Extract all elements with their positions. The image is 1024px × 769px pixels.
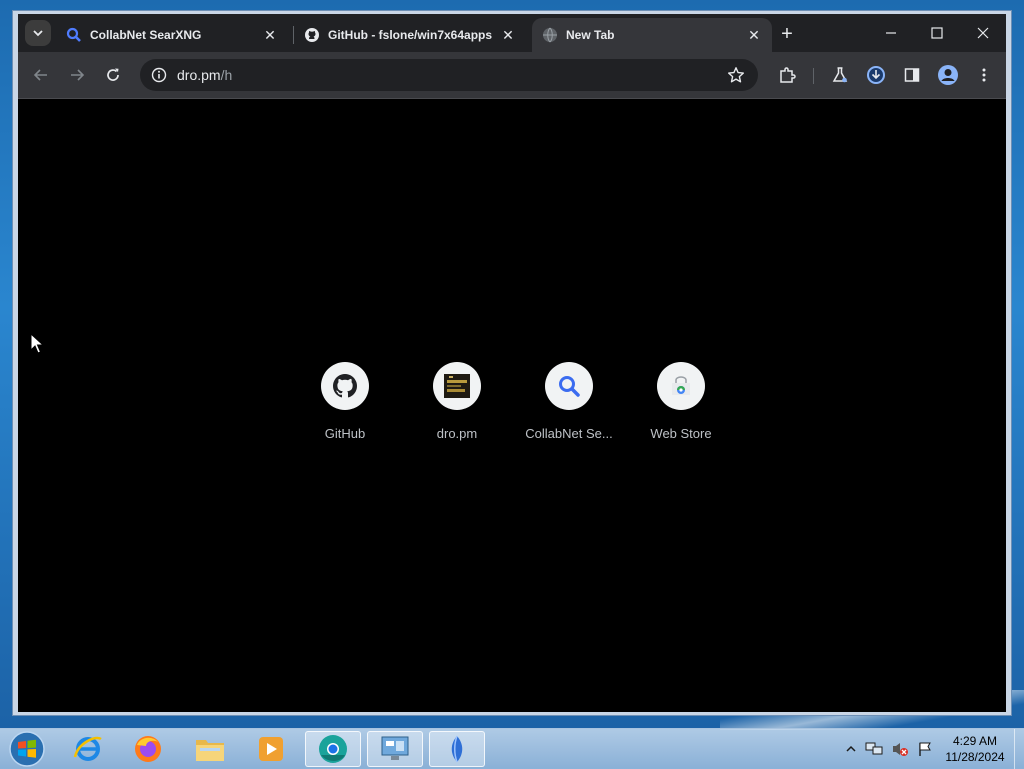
- browser-chrome: CollabNet SearXNG ✕ GitHub - fslone/win7…: [18, 14, 1006, 712]
- back-button[interactable]: [27, 61, 55, 89]
- back-icon: [33, 69, 47, 81]
- side-panel-button[interactable]: [898, 61, 926, 89]
- menu-button[interactable]: [970, 61, 998, 89]
- menu-icon: [982, 68, 986, 82]
- downloads-button[interactable]: [862, 61, 890, 89]
- shortcut-tile: [433, 362, 481, 410]
- tab-label: New Tab: [566, 28, 615, 42]
- forward-button[interactable]: [63, 61, 91, 89]
- tab-close-icon[interactable]: ✕: [262, 27, 278, 43]
- tab-new-tab[interactable]: New Tab ✕: [532, 18, 772, 52]
- tab-label: CollabNet SearXNG: [90, 28, 202, 42]
- extensions-button[interactable]: [773, 61, 801, 89]
- profile-icon: [938, 65, 958, 85]
- web-store-icon: [672, 376, 690, 395]
- extensions-icon: [780, 67, 796, 83]
- new-tab-button[interactable]: +: [776, 23, 798, 45]
- system-tray: [845, 729, 933, 769]
- reload-icon: [107, 68, 119, 81]
- chevron-down-icon: [33, 30, 43, 37]
- control-panel-icon: [381, 736, 409, 760]
- reload-button[interactable]: [99, 61, 127, 89]
- toolbar-divider: [813, 68, 814, 84]
- start-button[interactable]: [6, 730, 48, 768]
- search-icon: [66, 27, 82, 43]
- taskbar-media-player[interactable]: [243, 731, 299, 767]
- taskbar-internet-explorer[interactable]: [60, 731, 116, 767]
- github-icon: [333, 374, 357, 398]
- tab-collabnet[interactable]: CollabNet SearXNG ✕: [56, 18, 288, 52]
- forward-icon: [71, 69, 85, 81]
- close-window-button[interactable]: [960, 20, 1006, 46]
- shortcut-label: CollabNet Se...: [525, 426, 613, 441]
- tab-strip: CollabNet SearXNG ✕ GitHub - fslone/win7…: [18, 14, 1006, 52]
- site-info-icon[interactable]: [149, 65, 169, 85]
- side-panel-icon: [904, 68, 920, 82]
- shortcut-github[interactable]: GitHub: [297, 362, 393, 441]
- tab-close-icon[interactable]: ✕: [500, 27, 516, 43]
- profile-button[interactable]: [934, 61, 962, 89]
- shortcut-label: Web Store: [650, 426, 712, 441]
- shortcut-collabnet[interactable]: CollabNet Se...: [521, 362, 617, 441]
- shortcut-tile: [657, 362, 705, 410]
- minimize-icon: [886, 32, 896, 34]
- toolbar: dro.pm/h: [18, 52, 1006, 99]
- taskbar-chromium[interactable]: [305, 731, 361, 767]
- show-desktop-button[interactable]: [1014, 729, 1024, 769]
- taskbar-sail-app[interactable]: [429, 731, 485, 767]
- clock-time: 4:29 AM: [952, 734, 998, 748]
- search-icon: [559, 376, 580, 397]
- taskbar-clock[interactable]: 4:29 AM 11/28/2024: [935, 733, 1015, 765]
- volume-muted-icon[interactable]: [891, 741, 909, 757]
- tab-label: GitHub - fslone/win7x64apps: [328, 28, 493, 42]
- maximize-button[interactable]: [914, 20, 960, 46]
- internet-explorer-icon: [73, 736, 102, 761]
- network-icon[interactable]: [865, 741, 883, 757]
- show-hidden-icons-icon[interactable]: [845, 743, 857, 755]
- labs-flask-icon: [832, 67, 848, 83]
- close-icon: [977, 27, 989, 39]
- github-icon: [304, 27, 320, 43]
- taskbar: 4:29 AM 11/28/2024: [0, 728, 1024, 769]
- shortcut-dro-pm[interactable]: dro.pm: [409, 362, 505, 441]
- shortcut-tile: [321, 362, 369, 410]
- mouse-pointer-icon: [30, 333, 44, 354]
- shortcut-tile: [545, 362, 593, 410]
- tab-search-button[interactable]: [25, 20, 51, 46]
- taskbar-control-panel[interactable]: [367, 731, 423, 767]
- media-player-icon: [259, 737, 283, 761]
- dro-pm-thumbnail-icon: [444, 374, 470, 398]
- labs-button[interactable]: [826, 61, 854, 89]
- download-icon: [867, 66, 885, 84]
- firefox-icon: [135, 736, 161, 762]
- taskbar-explorer[interactable]: [182, 731, 238, 767]
- address-path: /h: [220, 67, 233, 83]
- windows-orb-icon: [9, 731, 45, 767]
- address-bar[interactable]: dro.pm/h: [140, 59, 758, 91]
- browser-window: CollabNet SearXNG ✕ GitHub - fslone/win7…: [12, 10, 1012, 716]
- address-url: dro.pm/h: [177, 67, 232, 83]
- chromium-icon: [319, 735, 347, 763]
- shortcut-web-store[interactable]: Web Store: [633, 362, 729, 441]
- shortcut-label: dro.pm: [436, 426, 478, 441]
- clock-date: 11/28/2024: [945, 750, 1005, 764]
- taskbar-firefox[interactable]: [120, 731, 176, 767]
- new-tab-page: GitHub dro.pm CollabNet Se... Web Store: [18, 99, 1006, 712]
- minimize-button[interactable]: [868, 20, 914, 46]
- maximize-icon: [931, 27, 943, 39]
- tab-close-icon[interactable]: ✕: [746, 27, 762, 43]
- globe-icon: [542, 27, 558, 43]
- explorer-folder-icon: [196, 740, 224, 761]
- shortcut-label: GitHub: [324, 426, 366, 441]
- tab-github[interactable]: GitHub - fslone/win7x64apps ✕: [294, 18, 526, 52]
- address-host: dro.pm: [177, 67, 221, 83]
- action-center-flag-icon[interactable]: [917, 741, 933, 757]
- bookmark-star-icon[interactable]: [726, 65, 746, 85]
- app-sail-icon: [451, 735, 463, 763]
